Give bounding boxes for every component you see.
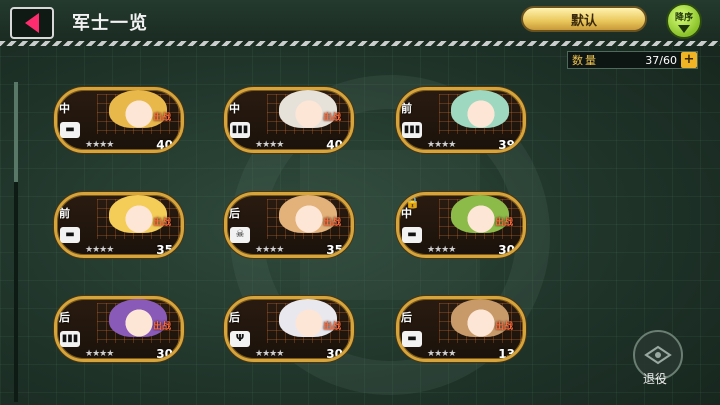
lock-icon: 🔒 bbox=[405, 195, 420, 209]
back-arrow-icon bbox=[25, 13, 39, 33]
unit-class-icon: ▮▮▮ bbox=[60, 331, 80, 347]
unit-class-icon: ▮▮▮ bbox=[230, 122, 250, 138]
unit-level: 30 bbox=[498, 243, 515, 257]
unit-position-tag: 前 bbox=[401, 102, 412, 115]
unit-position-tag: 后 bbox=[401, 311, 412, 324]
unit-level: 40 bbox=[326, 138, 343, 152]
unit-card[interactable]: 后 ☠ 出战 ★★★★ 35 bbox=[224, 192, 354, 258]
unit-stars: ★★★★ bbox=[85, 245, 114, 255]
deployed-badge: 出战 bbox=[495, 322, 514, 332]
unit-position-tag: 中 bbox=[59, 102, 70, 115]
unit-card[interactable]: 中 ▬ 出战 ★★★★ 40 bbox=[54, 87, 184, 153]
unit-level: 30 bbox=[326, 347, 343, 361]
unit-stars: ★★★★ bbox=[85, 140, 114, 150]
unit-level: 35 bbox=[326, 243, 343, 257]
unit-stars: ★★★★ bbox=[255, 140, 284, 150]
scrollbar-thumb[interactable] bbox=[14, 82, 18, 182]
unit-card[interactable]: 前 ▮▮▮ ★★★★ 39 bbox=[396, 87, 526, 153]
unit-level: 13 bbox=[498, 347, 515, 361]
deployed-badge: 出战 bbox=[323, 113, 342, 123]
unit-position-tag: 后 bbox=[59, 311, 70, 324]
unit-card[interactable]: 后 Ψ 出战 ★★★★ 30 bbox=[224, 296, 354, 362]
unit-level: 30 bbox=[156, 347, 173, 361]
unit-card[interactable]: 前 ▬ 出战 ★★★★ 35 bbox=[54, 192, 184, 258]
deployed-badge: 出战 bbox=[153, 322, 172, 332]
back-button[interactable] bbox=[10, 7, 54, 39]
unit-card[interactable]: 中 ▮▮▮ 出战 ★★★★ 40 bbox=[224, 87, 354, 153]
order-toggle-button[interactable]: 降序 bbox=[666, 3, 702, 39]
unit-stars: ★★★★ bbox=[427, 140, 456, 150]
count-value: 37/60 bbox=[645, 53, 677, 67]
unit-position-tag: 后 bbox=[229, 311, 240, 324]
unit-class-icon: ▮▮▮ bbox=[402, 122, 422, 138]
unit-stars: ★★★★ bbox=[85, 349, 114, 359]
unit-level: 40 bbox=[156, 138, 173, 152]
unit-level: 35 bbox=[156, 243, 173, 257]
arrow-down-icon bbox=[678, 24, 690, 33]
deployed-badge: 出战 bbox=[153, 218, 172, 228]
order-label: 降序 bbox=[674, 12, 693, 23]
count-label: 数量 bbox=[572, 54, 598, 67]
unit-class-icon: ▬ bbox=[60, 122, 80, 138]
deployed-badge: 出战 bbox=[153, 113, 172, 123]
sort-button[interactable]: 默认 bbox=[521, 6, 647, 32]
unit-stars: ★★★★ bbox=[255, 245, 284, 255]
retire-label: 退役 bbox=[643, 372, 668, 386]
deployed-badge: 出战 bbox=[495, 218, 514, 228]
unit-class-icon: Ψ bbox=[230, 331, 250, 347]
deployed-badge: 出战 bbox=[323, 218, 342, 228]
unit-portrait bbox=[461, 96, 501, 136]
unit-stars: ★★★★ bbox=[255, 349, 284, 359]
unit-class-icon: ▬ bbox=[402, 331, 422, 347]
unit-card[interactable]: 中 ▬ 出战 ★★★★ 30 🔒 bbox=[396, 192, 526, 258]
top-bar-stripe bbox=[0, 41, 720, 46]
unit-class-icon: ▬ bbox=[60, 227, 80, 243]
expand-capacity-button[interactable]: + bbox=[681, 52, 697, 68]
retire-icon bbox=[644, 345, 672, 365]
page-title: 军士一览 bbox=[72, 13, 148, 34]
unit-class-icon: ▬ bbox=[402, 227, 422, 243]
unit-class-icon: ☠ bbox=[230, 227, 250, 243]
unit-level: 39 bbox=[498, 138, 515, 152]
unit-position-tag: 前 bbox=[59, 207, 70, 220]
unit-card[interactable]: 后 ▬ 出战 ★★★★ 13 bbox=[396, 296, 526, 362]
unit-position-tag: 后 bbox=[229, 207, 240, 220]
unit-stars: ★★★★ bbox=[427, 349, 456, 359]
unit-count: 数量 37/60 + bbox=[567, 51, 698, 69]
unit-position-tag: 中 bbox=[229, 102, 240, 115]
deployed-badge: 出战 bbox=[323, 322, 342, 332]
unit-stars: ★★★★ bbox=[427, 245, 456, 255]
unit-card[interactable]: 后 ▮▮▮ 出战 ★★★★ 30 bbox=[54, 296, 184, 362]
